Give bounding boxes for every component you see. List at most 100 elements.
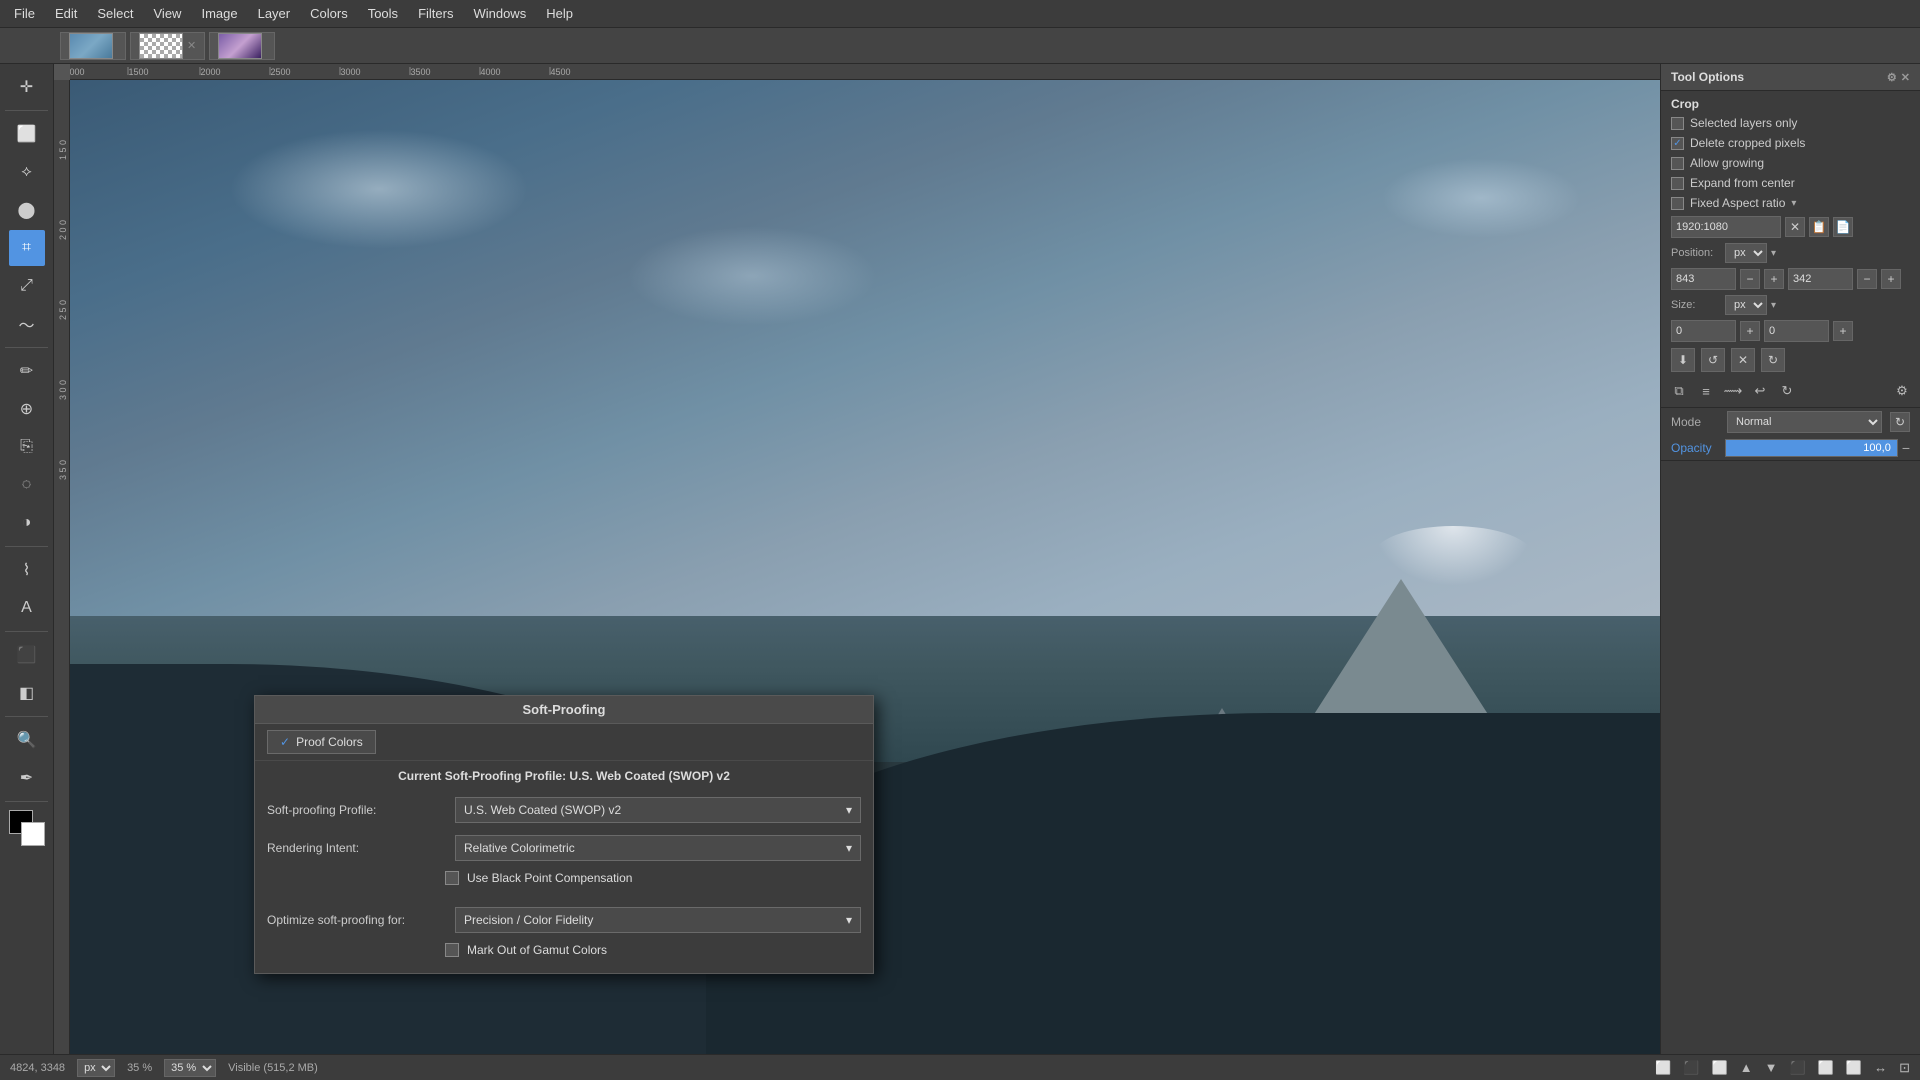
paths-icon[interactable]: ⟿ — [1721, 379, 1745, 403]
refresh-icon[interactable]: ↻ — [1775, 379, 1799, 403]
size-copy-btn[interactable]: 📋 — [1809, 217, 1829, 237]
btn-redo[interactable]: ↻ — [1761, 348, 1785, 372]
delete-cropped-checkbox[interactable] — [1671, 137, 1684, 150]
allow-growing-checkbox[interactable] — [1671, 157, 1684, 170]
menu-layer[interactable]: Layer — [248, 2, 301, 25]
panel-close-icon[interactable]: ✕ — [1901, 71, 1910, 84]
proof-colors-label: Proof Colors — [296, 735, 363, 749]
right-panel-scroll[interactable]: Crop Selected layers only Delete cropped… — [1661, 91, 1920, 460]
cloud-2 — [627, 226, 877, 326]
panel-options-icon[interactable]: ⚙ — [1890, 379, 1914, 403]
tool-clone[interactable]: ⎘ — [9, 429, 45, 465]
panel-configure-icon[interactable]: ⚙ — [1887, 71, 1897, 84]
tool-fuzzy-select[interactable]: ⬤ — [9, 192, 45, 228]
menu-edit[interactable]: Edit — [45, 2, 87, 25]
mode-select[interactable]: Normal — [1727, 411, 1882, 433]
opacity-bar[interactable]: 100,0 — [1725, 439, 1898, 457]
tool-crop[interactable]: ⌗ — [9, 230, 45, 266]
pos-y-plus[interactable]: + — [1881, 269, 1901, 289]
menu-image[interactable]: Image — [191, 2, 247, 25]
size-paste-btn[interactable]: 📄 — [1833, 217, 1853, 237]
mode-refresh[interactable]: ↻ — [1890, 412, 1910, 432]
panel-header-icons: ⚙ ✕ — [1887, 71, 1910, 84]
fixed-aspect-dropdown[interactable]: ▾ — [1791, 198, 1796, 209]
menu-tools[interactable]: Tools — [358, 2, 408, 25]
fixed-aspect-checkbox[interactable] — [1671, 197, 1684, 210]
unit-select[interactable]: px — [77, 1059, 115, 1077]
tool-color-picker[interactable]: ✒ — [9, 760, 45, 796]
btn-delete[interactable]: ✕ — [1731, 348, 1755, 372]
pos-x-minus[interactable]: − — [1740, 269, 1760, 289]
menu-filters[interactable]: Filters — [408, 2, 463, 25]
tool-transform[interactable]: ⤢ — [9, 268, 45, 304]
tool-paint[interactable]: ✏ — [9, 353, 45, 389]
selected-layers-checkbox[interactable] — [1671, 117, 1684, 130]
tool-text[interactable]: A — [9, 590, 45, 626]
btn-undo[interactable]: ↺ — [1701, 348, 1725, 372]
status-icon-3[interactable]: ⬜ — [1712, 1060, 1728, 1076]
btn-download[interactable]: ⬇ — [1671, 348, 1695, 372]
pos-y-minus[interactable]: − — [1857, 269, 1877, 289]
tool-rect-select[interactable]: ⬜ — [9, 116, 45, 152]
proof-colors-checkmark: ✓ — [280, 735, 290, 749]
width-plus[interactable]: + — [1740, 321, 1760, 341]
menu-help[interactable]: Help — [536, 2, 583, 25]
status-icon-8[interactable]: ⬜ — [1846, 1060, 1862, 1076]
gamut-checkbox[interactable] — [445, 943, 459, 957]
canvas-area[interactable]: 1000 1500 2000 2500 3000 3500 4000 4500 … — [54, 64, 1660, 1054]
tab-checker[interactable]: ✕ — [130, 32, 205, 60]
status-icon-10[interactable]: ⊡ — [1899, 1060, 1910, 1076]
position-dropdown-arrow[interactable]: ▾ — [1771, 248, 1776, 259]
opacity-minus[interactable]: − — [1902, 440, 1910, 456]
status-icon-6[interactable]: ⬛ — [1790, 1060, 1806, 1076]
pos-x-plus[interactable]: + — [1764, 269, 1784, 289]
rendering-dropdown[interactable]: Relative Colorimetric ▾ — [455, 835, 861, 861]
status-icon-7[interactable]: ⬜ — [1818, 1060, 1834, 1076]
zoom-select[interactable]: 35 % — [164, 1059, 216, 1077]
size-dropdown-arrow[interactable]: ▾ — [1771, 300, 1776, 311]
size-clear-btn[interactable]: ✕ — [1785, 217, 1805, 237]
tool-blend[interactable]: ◧ — [9, 675, 45, 711]
pos-y-input[interactable] — [1788, 268, 1853, 290]
tool-warp[interactable]: 〜 — [9, 306, 45, 342]
optimize-dropdown[interactable]: Precision / Color Fidelity ▾ — [455, 907, 861, 933]
width-input[interactable] — [1671, 320, 1736, 342]
menu-view[interactable]: View — [144, 2, 192, 25]
black-point-checkbox[interactable] — [445, 871, 459, 885]
tool-dodge[interactable]: ◑ — [9, 505, 45, 541]
tool-move[interactable]: ✛ — [9, 69, 45, 105]
history-icon[interactable]: ↩ — [1748, 379, 1772, 403]
height-plus[interactable]: + — [1833, 321, 1853, 341]
color-indicator[interactable] — [9, 810, 45, 846]
proof-colors-button[interactable]: ✓ Proof Colors — [267, 730, 376, 754]
menu-windows[interactable]: Windows — [463, 2, 536, 25]
menu-file[interactable]: File — [4, 2, 45, 25]
status-icon-5[interactable]: ▼ — [1765, 1060, 1778, 1075]
channels-icon[interactable]: ≡ — [1694, 379, 1718, 403]
tool-path[interactable]: ⌇ — [9, 552, 45, 588]
tool-blur[interactable]: ◌ — [9, 467, 45, 503]
tool-heal[interactable]: ⊕ — [9, 391, 45, 427]
status-icon-1[interactable]: ⬜ — [1655, 1060, 1671, 1076]
status-icon-4[interactable]: ▲ — [1740, 1060, 1753, 1075]
tab-landscape[interactable] — [60, 32, 126, 60]
status-icon-2[interactable]: ⬛ — [1683, 1060, 1699, 1076]
layers-icon[interactable]: ⧉ — [1667, 379, 1691, 403]
tab-purple[interactable] — [209, 32, 275, 60]
tab-close-checker[interactable]: ✕ — [187, 39, 196, 52]
status-icon-9[interactable]: ↔ — [1874, 1060, 1887, 1075]
tool-free-select[interactable]: ⟡ — [9, 154, 45, 190]
soft-proofing-dialog: Soft-Proofing ✓ Proof Colors Current Sof… — [254, 695, 874, 974]
background-color[interactable] — [21, 822, 45, 846]
position-unit-select[interactable]: px — [1725, 243, 1767, 263]
menu-colors[interactable]: Colors — [300, 2, 358, 25]
profile-dropdown[interactable]: U.S. Web Coated (SWOP) v2 ▾ — [455, 797, 861, 823]
size-input[interactable] — [1671, 216, 1781, 238]
size-unit-select[interactable]: px — [1725, 295, 1767, 315]
tool-zoom[interactable]: 🔍 — [9, 722, 45, 758]
height-input[interactable] — [1764, 320, 1829, 342]
tool-bucket-fill[interactable]: ⬛ — [9, 637, 45, 673]
expand-center-checkbox[interactable] — [1671, 177, 1684, 190]
menu-select[interactable]: Select — [87, 2, 143, 25]
pos-x-input[interactable] — [1671, 268, 1736, 290]
